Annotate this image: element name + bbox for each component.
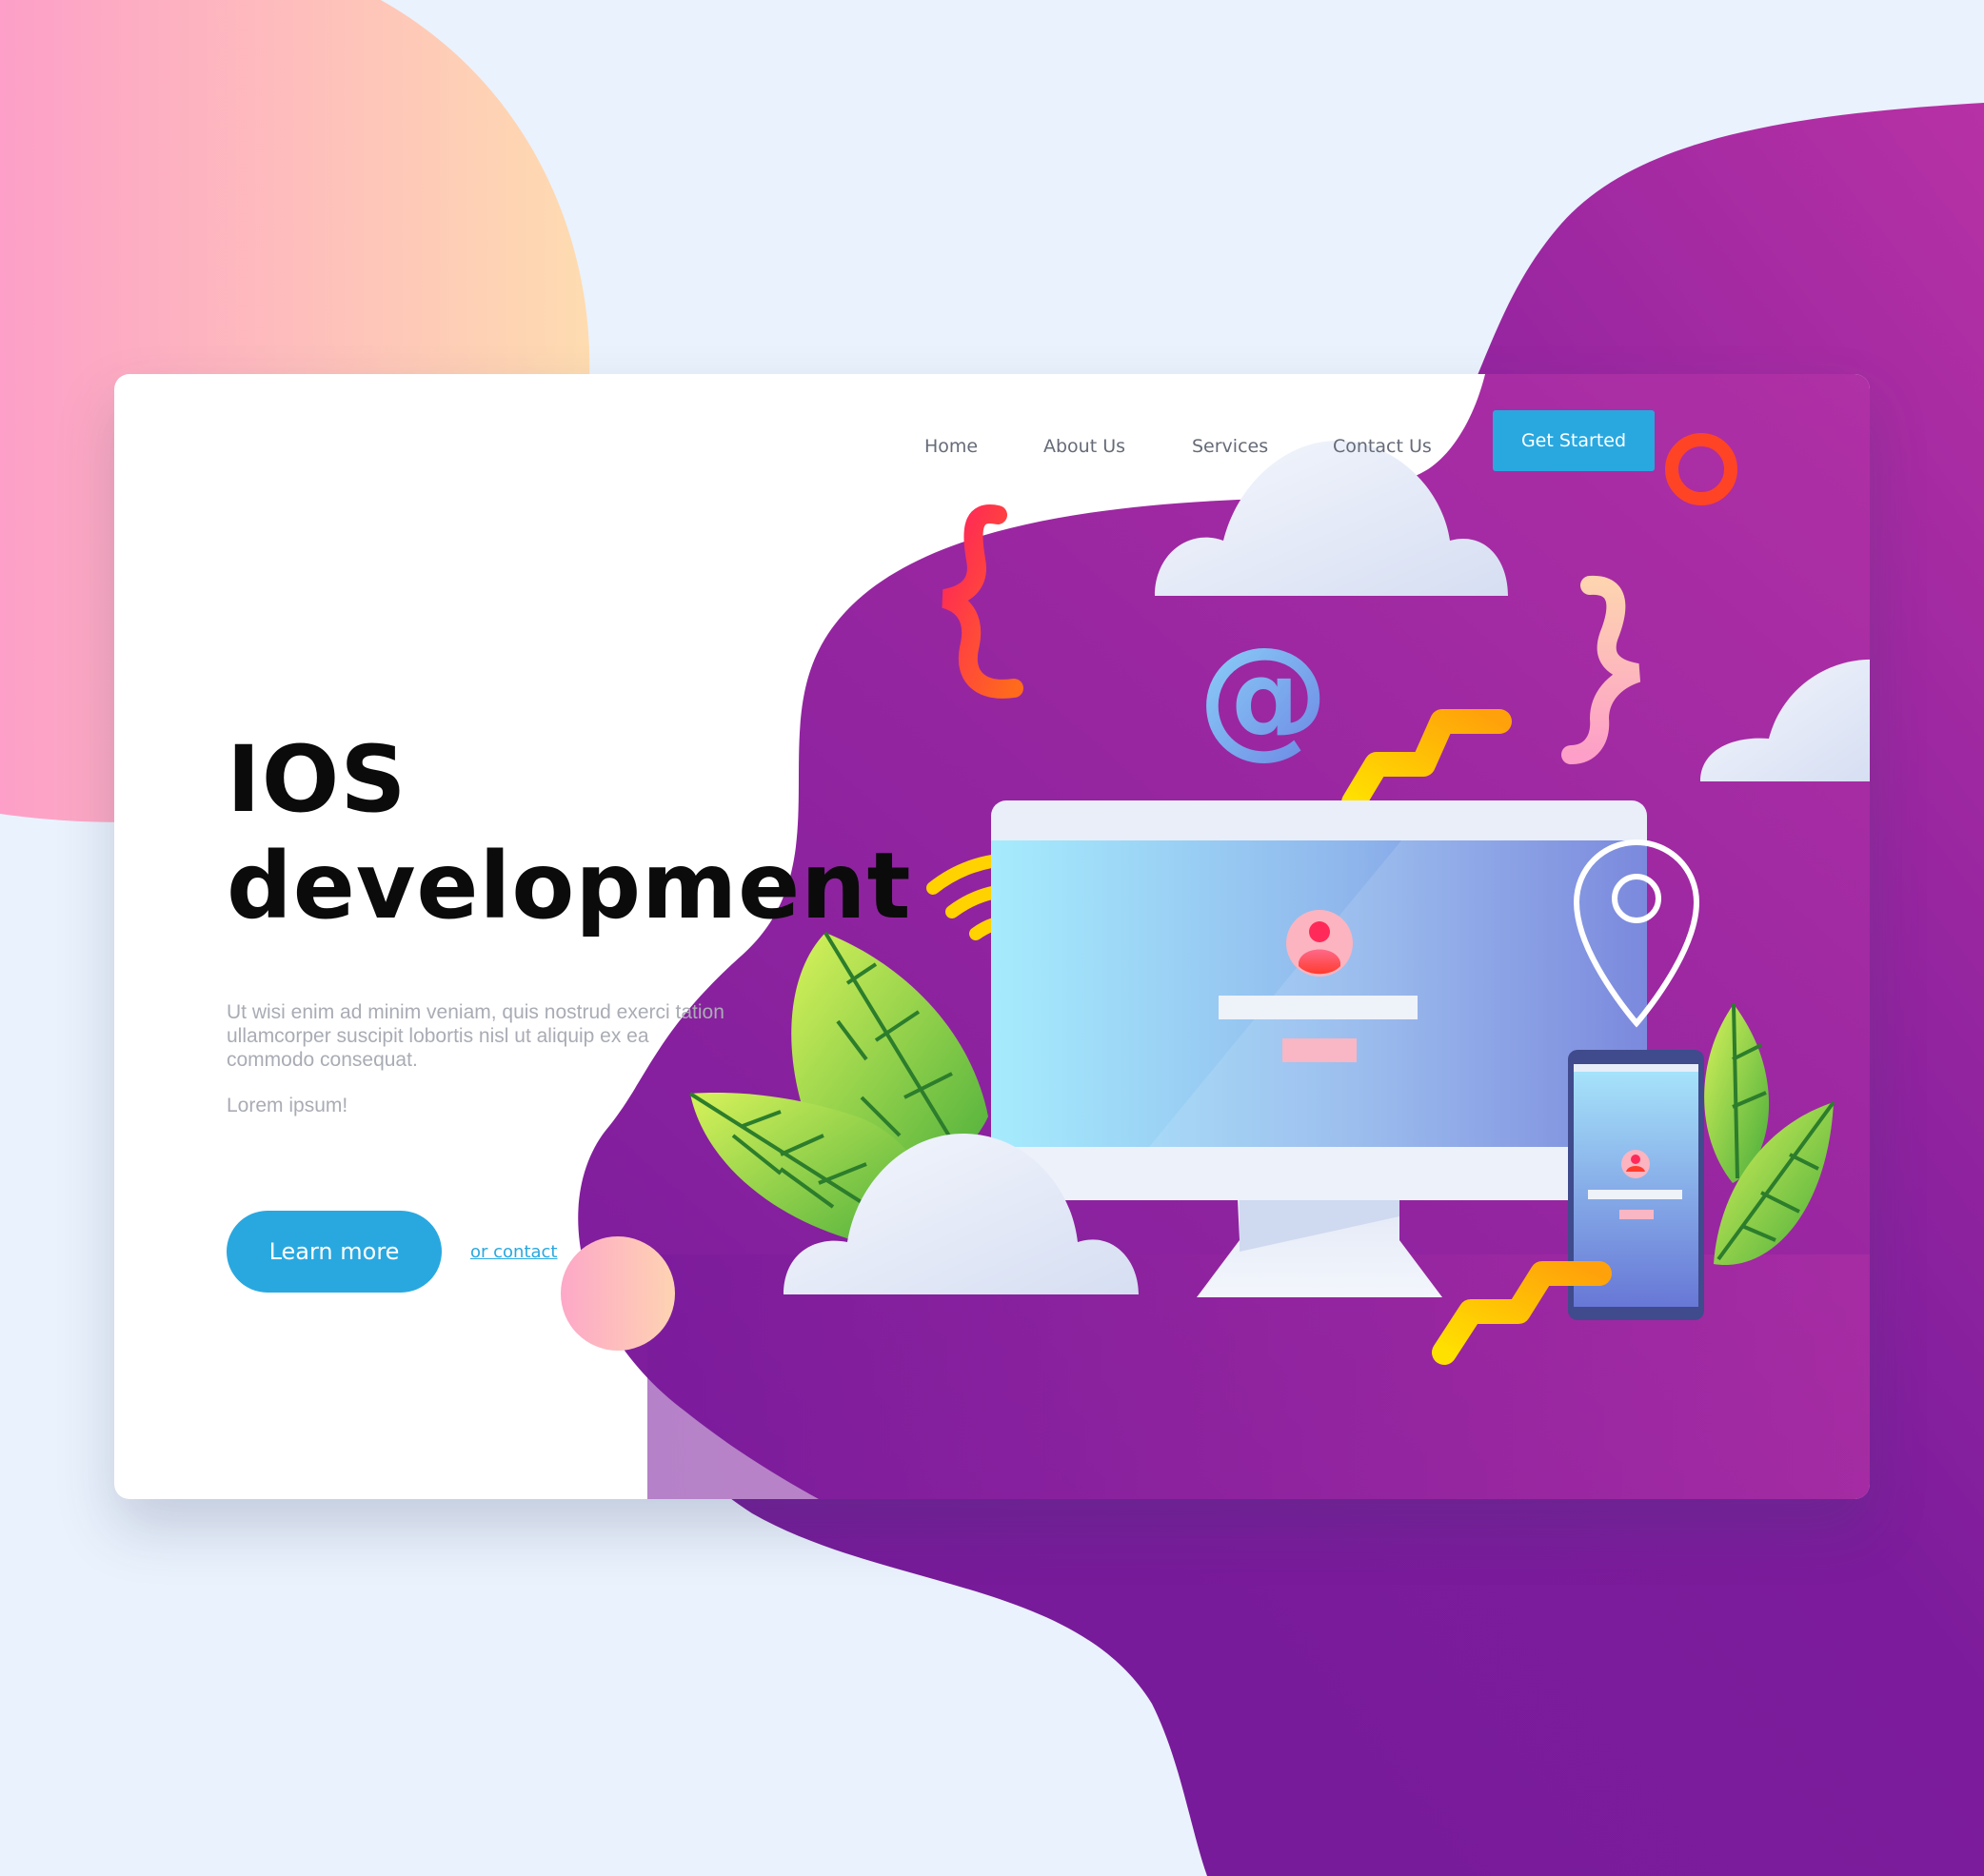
hero-subtext: Lorem ipsum! xyxy=(227,1095,348,1116)
peach-circle xyxy=(561,1236,675,1351)
login-field xyxy=(1219,996,1418,1019)
at-sign-icon: @ xyxy=(1198,619,1329,772)
nav-home[interactable]: Home xyxy=(924,418,978,475)
nav-about-us[interactable]: About Us xyxy=(1043,418,1125,475)
get-started-button[interactable]: Get Started xyxy=(1493,410,1655,471)
nav-services[interactable]: Services xyxy=(1192,418,1268,475)
learn-more-button[interactable]: Learn more xyxy=(227,1211,442,1293)
login-button xyxy=(1282,1038,1357,1062)
contact-link[interactable]: or contact xyxy=(470,1242,558,1262)
hero-title-line-2: development xyxy=(227,833,912,939)
hero-description: Ut wisi enim ad minim veniam, quis nostr… xyxy=(227,1001,724,1071)
svg-text:@: @ xyxy=(1198,619,1329,772)
hero-title: IOS development xyxy=(227,726,1083,939)
hero-title-line-1: IOS xyxy=(227,726,407,833)
user-avatar-icon xyxy=(1286,910,1353,977)
landing-card: @ Home About Us Services Contact Us Get … xyxy=(114,374,1870,1499)
nav-contact-us[interactable]: Contact Us xyxy=(1333,418,1432,475)
